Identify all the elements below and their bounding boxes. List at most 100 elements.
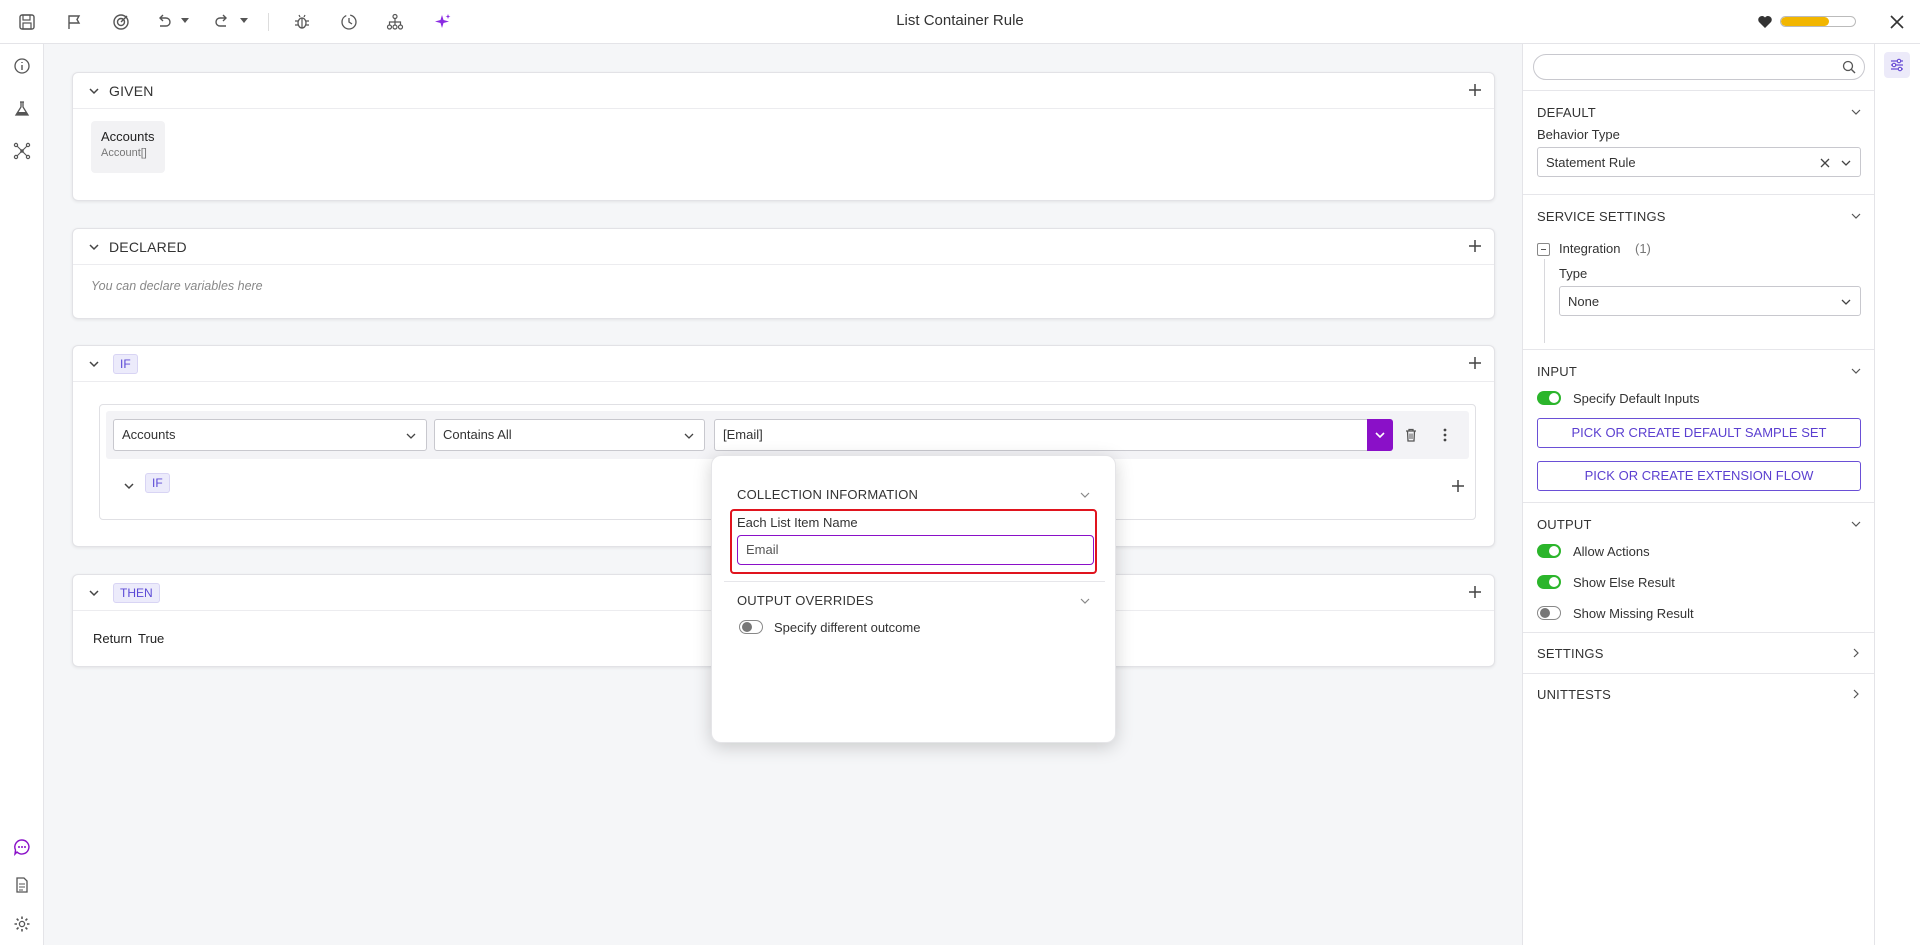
health-meter [1780, 16, 1856, 27]
search-icon[interactable] [1842, 60, 1856, 74]
chevron-down-icon[interactable] [1079, 489, 1091, 501]
condition-operator-select[interactable]: Contains All [434, 419, 705, 451]
toggle-knob [742, 622, 752, 632]
show-else-result-label: Show Else Result [1573, 575, 1675, 590]
given-card: GIVEN Accounts Account[] [72, 72, 1495, 201]
show-else-result-toggle[interactable] [1537, 575, 1561, 589]
show-missing-result-label: Show Missing Result [1573, 606, 1694, 621]
chat-icon[interactable] [11, 836, 33, 858]
nested-if-tag: IF [145, 473, 170, 493]
condition-operator-value: Contains All [443, 427, 512, 442]
chip-name: Accounts [101, 129, 155, 144]
specify-outcome-label: Specify different outcome [774, 620, 921, 635]
declared-header[interactable]: DECLARED [73, 229, 1494, 265]
behavior-type-select[interactable]: Statement Rule [1537, 147, 1861, 177]
clear-icon[interactable] [1820, 158, 1830, 168]
output-title[interactable]: OUTPUT [1537, 517, 1592, 532]
given-header[interactable]: GIVEN [73, 73, 1494, 109]
network-icon[interactable] [11, 140, 33, 162]
toggle-knob [1549, 393, 1559, 403]
sliders-icon [1891, 58, 1903, 72]
show-missing-result-toggle[interactable] [1537, 606, 1561, 620]
type-label: Type [1559, 266, 1588, 281]
pick-sample-set-button[interactable]: PICK OR CREATE DEFAULT SAMPLE SET [1537, 418, 1861, 448]
service-settings-section: SERVICE SETTINGS Integration (1) Type No… [1523, 194, 1875, 349]
chevron-down-icon[interactable] [1851, 107, 1861, 117]
info-icon[interactable] [11, 55, 33, 77]
default-title[interactable]: DEFAULT [1537, 105, 1596, 120]
condition-right-select[interactable]: [Email] [714, 419, 1368, 451]
flask-icon[interactable] [11, 98, 33, 120]
default-section: DEFAULT Behavior Type Statement Rule [1523, 90, 1875, 194]
then-return-statement[interactable]: Return True [93, 631, 164, 646]
return-value: True [138, 631, 165, 646]
trash-icon[interactable] [1403, 427, 1419, 443]
popup-divider [724, 581, 1105, 582]
close-icon[interactable] [1886, 11, 1908, 33]
integration-type-select[interactable]: None [1559, 286, 1861, 316]
allow-actions-label: Allow Actions [1573, 544, 1650, 559]
input-section: INPUT Specify Default Inputs PICK OR CRE… [1523, 349, 1875, 502]
default-inputs-toggle[interactable] [1537, 391, 1561, 405]
return-keyword: Return [93, 631, 133, 646]
chevron-right-icon[interactable] [1851, 648, 1861, 658]
settings-gear-icon[interactable] [11, 913, 33, 935]
condition-right-dropdown-button[interactable] [1367, 419, 1393, 451]
tree-line [1544, 259, 1545, 343]
input-title[interactable]: INPUT [1537, 364, 1577, 379]
declared-title: DECLARED [109, 239, 187, 255]
condition-left-value: Accounts [122, 427, 176, 442]
health-meter-fill [1781, 17, 1830, 26]
specify-outcome-toggle[interactable] [739, 620, 763, 634]
unittests-section[interactable]: UNITTESTS [1523, 673, 1875, 714]
chevron-down-icon[interactable] [1851, 366, 1861, 376]
list-item-name-input[interactable]: Email [737, 535, 1094, 565]
integration-count: (1) [1635, 241, 1651, 256]
unittests-title: UNITTESTS [1537, 687, 1612, 702]
add-nested-condition-icon[interactable] [1451, 479, 1465, 493]
chevron-down-icon[interactable] [87, 240, 101, 254]
chevron-down-icon[interactable] [87, 84, 101, 98]
integration-label: Integration [1559, 241, 1621, 256]
window-title: List Container Rule [896, 12, 1024, 29]
declared-body: You can declare variables here [73, 265, 1494, 319]
integration-type-value: None [1568, 294, 1600, 309]
document-icon[interactable] [11, 874, 33, 896]
given-title: GIVEN [109, 83, 154, 99]
settings-section[interactable]: SETTINGS [1523, 632, 1875, 673]
chevron-down-icon[interactable] [87, 586, 101, 600]
properties-search-input[interactable] [1533, 54, 1865, 80]
chevron-right-icon[interactable] [1851, 689, 1861, 699]
more-vertical-icon[interactable] [1437, 427, 1453, 443]
add-if-icon[interactable] [1468, 356, 1482, 370]
if-header[interactable]: IF [73, 346, 1494, 382]
default-inputs-label: Specify Default Inputs [1573, 391, 1700, 406]
collapse-integration-icon[interactable] [1537, 243, 1550, 256]
given-chip-accounts[interactable]: Accounts Account[] [91, 121, 165, 173]
if-tag: IF [113, 354, 138, 374]
chevron-down-icon [684, 433, 694, 439]
chevron-down-icon [1841, 299, 1851, 305]
chevron-down-icon [406, 433, 416, 439]
pick-extension-flow-button[interactable]: PICK OR CREATE EXTENSION FLOW [1537, 461, 1861, 491]
add-then-icon[interactable] [1468, 585, 1482, 599]
condition-left-select[interactable]: Accounts [113, 419, 427, 451]
chevron-down-icon[interactable] [87, 357, 101, 371]
heart-icon [1754, 11, 1776, 33]
add-declared-icon[interactable] [1468, 239, 1482, 253]
declared-placeholder: You can declare variables here [91, 279, 263, 293]
given-body: Accounts Account[] [73, 109, 1494, 201]
chevron-down-icon[interactable] [1851, 519, 1861, 529]
service-settings-title[interactable]: SERVICE SETTINGS [1537, 209, 1666, 224]
left-rail [0, 44, 44, 945]
chevron-down-icon[interactable] [1079, 595, 1091, 607]
add-given-icon[interactable] [1468, 83, 1482, 97]
output-overrides-title: OUTPUT OVERRIDES [737, 593, 874, 608]
chevron-down-icon[interactable] [122, 479, 136, 493]
chevron-down-icon[interactable] [1851, 211, 1861, 221]
properties-toggle-button[interactable] [1884, 52, 1910, 78]
chevron-down-icon[interactable] [1841, 158, 1851, 168]
allow-actions-toggle[interactable] [1537, 544, 1561, 558]
chevron-down-icon [1375, 432, 1385, 439]
properties-panel: DEFAULT Behavior Type Statement Rule SER… [1522, 44, 1875, 945]
